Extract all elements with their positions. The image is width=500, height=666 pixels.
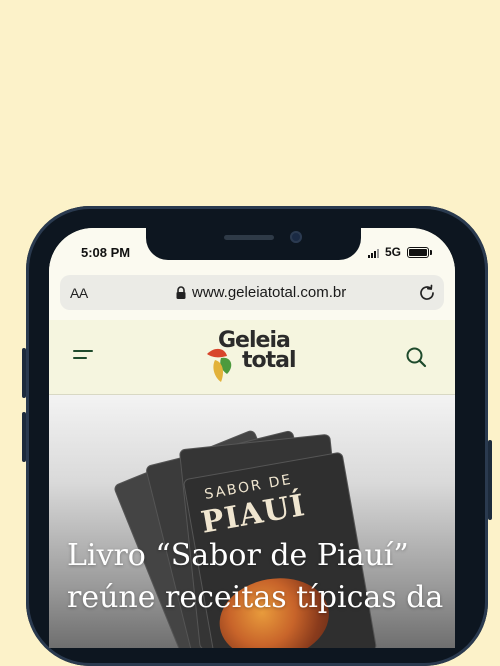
logo-word-2: total <box>242 348 297 373</box>
phone-screen: 5:08 PM 5G AA www.geleiatotal.com.br Gel… <box>49 228 455 648</box>
status-bar: 5:08 PM 5G <box>49 228 455 274</box>
network-type: 5G <box>385 245 402 259</box>
phone-side-button <box>22 412 26 462</box>
phone-side-button <box>22 348 26 398</box>
front-camera <box>290 231 302 243</box>
status-time: 5:08 PM <box>81 245 131 260</box>
featured-article[interactable]: SABOR DE PIAUÍ Livro “Sabor de Piauí” re… <box>49 395 455 648</box>
phone-side-button <box>488 440 492 520</box>
phone-notch <box>146 228 361 260</box>
url-text[interactable]: www.geleiatotal.com.br <box>192 284 346 301</box>
signal-icon <box>368 248 382 258</box>
logo-mark-icon <box>207 348 232 382</box>
battery-icon <box>407 247 432 258</box>
site-header: Geleia total <box>49 320 455 395</box>
speaker-grille <box>224 235 274 240</box>
text-size-button[interactable]: AA <box>70 285 88 301</box>
menu-icon[interactable] <box>73 350 95 364</box>
site-logo[interactable]: Geleia total <box>205 328 301 386</box>
address-bar[interactable]: AA www.geleiatotal.com.br <box>60 275 444 310</box>
lock-icon <box>176 286 186 299</box>
browser-toolbar: AA www.geleiatotal.com.br <box>49 274 455 320</box>
reload-icon[interactable] <box>417 283 437 303</box>
article-headline[interactable]: Livro “Sabor de Piauí” reúne receitas tí… <box>67 535 447 619</box>
search-icon[interactable] <box>405 346 427 368</box>
